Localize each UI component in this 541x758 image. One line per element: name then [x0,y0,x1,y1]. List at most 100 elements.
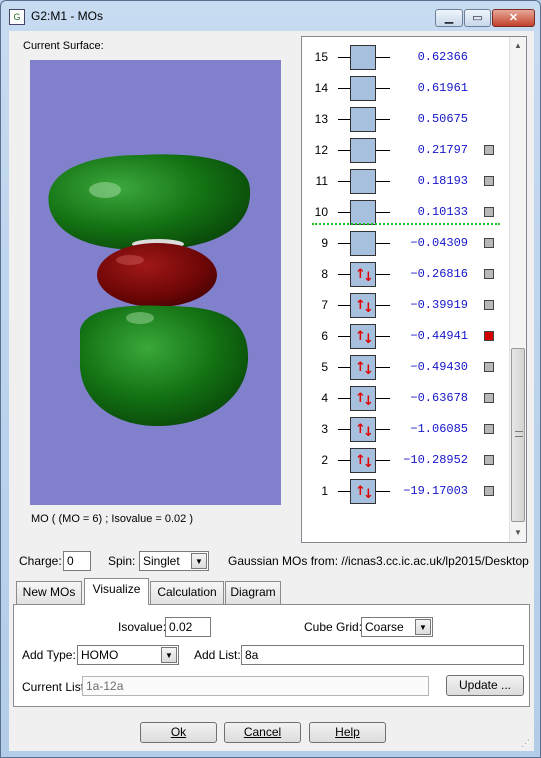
mo-level-row[interactable]: 1 ↑ ↓ −19.17003 [302,476,512,507]
occupied-orbital-box[interactable]: ↑ ↓ [350,293,376,318]
isovalue-field[interactable]: 0.02 [165,617,211,637]
mo-level-row[interactable]: 15 0.62366 [302,42,512,73]
mo-scrollbar[interactable]: ▲ ▼ [509,37,526,542]
level-line [338,212,350,213]
level-line [376,305,390,306]
ok-button[interactable]: Ok [140,722,217,743]
mo-select-marker[interactable] [484,269,494,279]
mo-select-marker[interactable] [484,424,494,434]
mo-energy: 0.18193 [417,174,468,188]
spin-select[interactable]: Singlet ▼ [139,551,209,571]
mo-select-marker[interactable] [484,393,494,403]
virtual-orbital-box[interactable] [350,76,376,101]
title-bar[interactable]: G G2:M1 - MOs ▁ ▭ ✕ [1,1,540,31]
mo-level-row[interactable]: 6 ↑ ↓ −0.44941 [302,321,512,352]
positive-lobe-bottom [79,305,249,427]
tab-diagram[interactable]: Diagram [225,581,281,604]
cube-grid-value: Coarse [365,620,404,634]
virtual-orbital-box[interactable] [350,138,376,163]
mo-level-row[interactable]: 9 −0.04309 [302,228,512,259]
gaussview-icon: G [9,9,25,25]
occupied-orbital-box[interactable]: ↑ ↓ [350,417,376,442]
mo-select-marker[interactable] [484,207,494,217]
mo-selected-marker[interactable] [484,331,494,341]
mo-energy: −0.49430 [410,360,468,374]
add-type-label: Add Type: [22,648,76,662]
mo-level-row[interactable]: 3 ↑ ↓ −1.06085 [302,414,512,445]
lobe-highlight-top [89,182,121,198]
mo-level-row[interactable]: 7 ↑ ↓ −0.39919 [302,290,512,321]
surface-viewport[interactable] [30,60,281,505]
chevron-down-icon: ▼ [161,647,177,663]
scroll-thumb[interactable] [511,348,525,522]
level-line [376,212,390,213]
mo-level-row[interactable]: 13 0.50675 [302,104,512,135]
virtual-orbital-box[interactable] [350,231,376,256]
level-line [338,491,350,492]
occupied-orbital-box[interactable]: ↑ ↓ [350,262,376,287]
mo-level-row[interactable]: 12 0.21797 [302,135,512,166]
homo-lumo-separator [312,223,500,225]
cube-grid-select[interactable]: Coarse ▼ [361,617,433,637]
add-list-field[interactable]: 8a [241,645,524,665]
spin-down-icon: ↓ [363,332,374,347]
lobe-highlight-middle [116,255,144,265]
mo-level-row[interactable]: 2 ↑ ↓ −10.28952 [302,445,512,476]
minimize-button[interactable]: ▁ [435,9,463,27]
mo-number: 12 [314,143,328,157]
cancel-button[interactable]: Cancel [224,722,301,743]
mo-select-marker[interactable] [484,238,494,248]
virtual-orbital-box[interactable] [350,200,376,225]
tab-calculation[interactable]: Calculation [150,581,224,604]
mo-energy: −0.63678 [410,391,468,405]
level-line [338,57,350,58]
chevron-down-icon: ▼ [415,619,431,635]
mo-energy: −10.28952 [403,453,468,467]
update-button[interactable]: Update ... [446,675,524,696]
mo-select-marker[interactable] [484,176,494,186]
mo-diagram-panel: 15 0.62366 14 0.61961 13 0.50675 12 0.21797 11 0.… [301,36,527,543]
resize-grip-icon[interactable]: ⋰ [521,738,532,749]
tab-new-mos[interactable]: New MOs [16,581,82,604]
mo-level-row[interactable]: 4 ↑ ↓ −0.63678 [302,383,512,414]
scroll-down-arrow-icon[interactable]: ▼ [510,524,526,541]
charge-field[interactable]: 0 [63,551,91,571]
mo-number: 6 [321,329,328,343]
cube-grid-label: Cube Grid: [304,620,363,634]
mo-select-marker[interactable] [484,145,494,155]
close-button[interactable]: ✕ [492,9,535,27]
mo-energy: 0.61961 [417,81,468,95]
add-type-select[interactable]: HOMO ▼ [77,645,179,665]
tab-visualize[interactable]: Visualize [84,578,149,605]
level-line [376,181,390,182]
scroll-up-arrow-icon[interactable]: ▲ [510,37,526,54]
maximize-button[interactable]: ▭ [464,9,491,27]
mo-energy: −0.44941 [410,329,468,343]
mo-level-row[interactable]: 14 0.61961 [302,73,512,104]
mo-select-marker[interactable] [484,486,494,496]
occupied-orbital-box[interactable]: ↑ ↓ [350,479,376,504]
mo-select-marker[interactable] [484,455,494,465]
mo-source-path: Gaussian MOs from: //icnas3.cc.ic.ac.uk/… [228,554,529,568]
occupied-orbital-box[interactable]: ↑ ↓ [350,448,376,473]
spin-up-icon: ↑ [355,267,366,282]
virtual-orbital-box[interactable] [350,169,376,194]
mo-level-row[interactable]: 11 0.18193 [302,166,512,197]
level-line [338,88,350,89]
occupied-orbital-box[interactable]: ↑ ↓ [350,355,376,380]
add-list-label: Add List: [194,648,241,662]
mo-select-marker[interactable] [484,362,494,372]
help-button[interactable]: Help [309,722,386,743]
mo-select-marker[interactable] [484,300,494,310]
mo-level-row[interactable]: 5 ↑ ↓ −0.49430 [302,352,512,383]
mo-number: 15 [314,50,328,64]
spin-down-icon: ↓ [363,270,374,285]
occupied-orbital-box[interactable]: ↑ ↓ [350,386,376,411]
mo-level-row[interactable]: 8 ↑ ↓ −0.26816 [302,259,512,290]
level-line [338,460,350,461]
occupied-orbital-box[interactable]: ↑ ↓ [350,324,376,349]
virtual-orbital-box[interactable] [350,107,376,132]
mo-energy: −0.04309 [410,236,468,250]
virtual-orbital-box[interactable] [350,45,376,70]
level-line [376,398,390,399]
